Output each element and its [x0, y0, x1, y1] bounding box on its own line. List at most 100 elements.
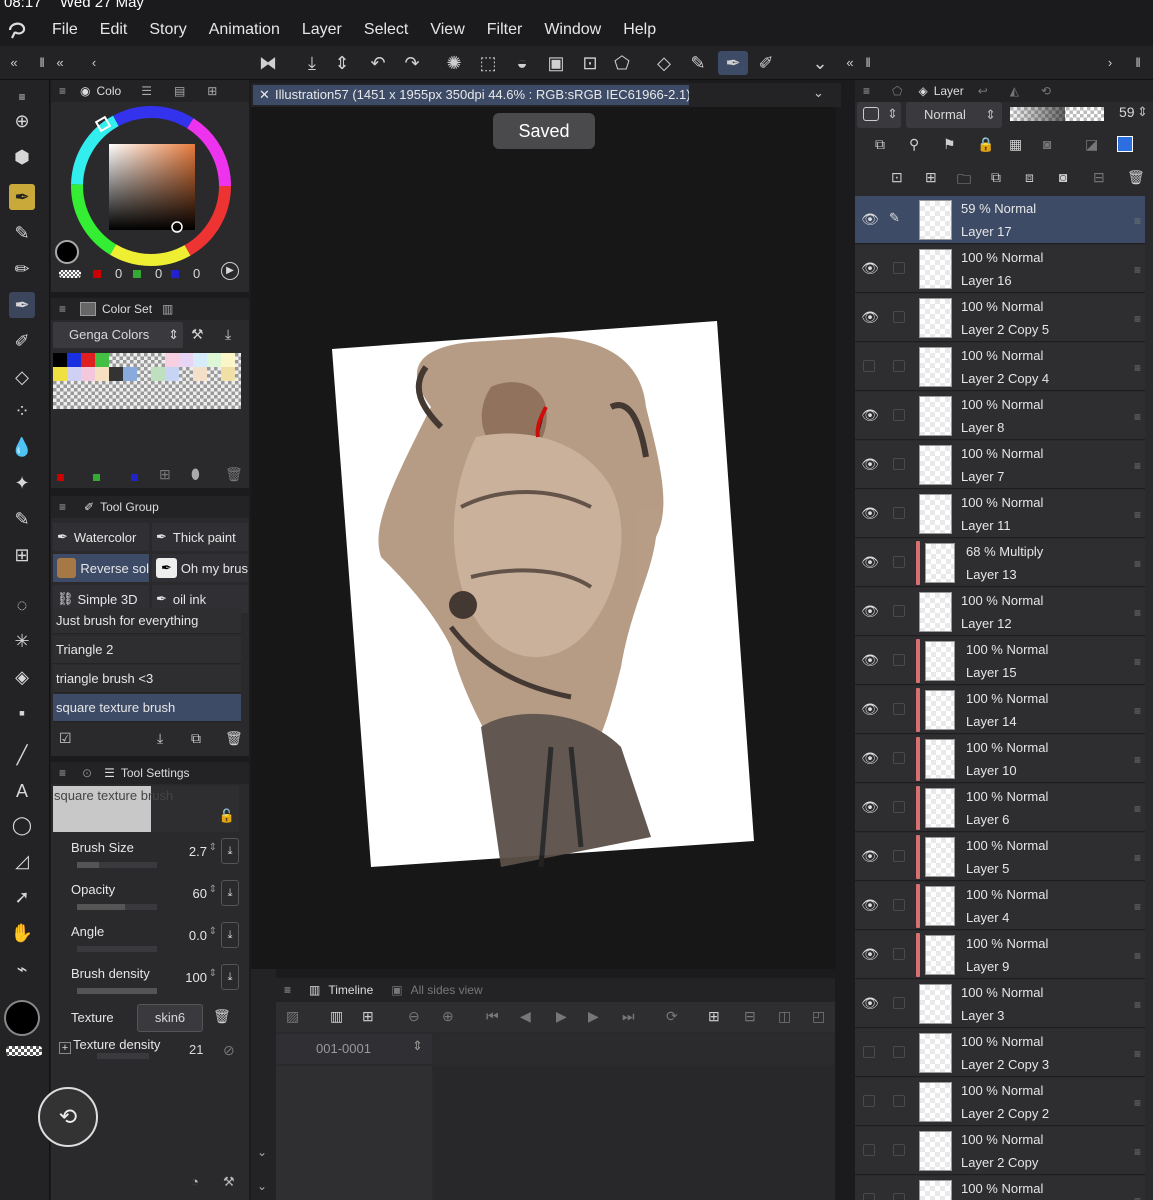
menu-icon[interactable]: ≡ — [59, 766, 66, 780]
drag-handle-icon[interactable]: ≡ — [1134, 704, 1141, 718]
menu-icon[interactable]: ≡ — [863, 84, 870, 98]
eye-icon[interactable]: 👁 — [861, 554, 879, 572]
drag-handle-icon[interactable]: ‖ — [856, 51, 880, 75]
chevron-down-icon[interactable]: ⌄ — [257, 1145, 267, 1159]
hand-icon[interactable]: ✋ — [9, 920, 35, 946]
setting-slider[interactable] — [77, 946, 157, 952]
color-set-tab-icon[interactable] — [80, 302, 97, 316]
sparkle-icon[interactable]: ✦ — [9, 470, 35, 496]
intermediate-color-tab-icon[interactable]: ▥ — [162, 302, 173, 316]
prev-frame-icon[interactable]: ◀ — [520, 1008, 531, 1025]
pen-tool-icon[interactable]: ✒ — [9, 184, 35, 210]
visibility-checkbox[interactable] — [863, 1095, 875, 1107]
frame-icon[interactable]: ▥ — [330, 1008, 343, 1025]
droplet-add-icon[interactable]: ⬮ — [191, 466, 200, 483]
loading-icon[interactable]: ✺ — [442, 51, 466, 75]
edit-target-checkbox[interactable] — [893, 1046, 905, 1058]
save-icon[interactable]: ⤓ — [300, 51, 324, 75]
pen-active-icon[interactable]: ✒ — [718, 51, 748, 75]
list-item[interactable]: triangle brush <3 — [53, 665, 241, 693]
trash-icon[interactable]: 🗑 — [225, 466, 243, 483]
settings-sliders-icon[interactable]: ☰ — [104, 766, 115, 780]
wrench-icon[interactable]: ⚒ — [223, 1174, 235, 1190]
layer-row[interactable]: 👁 100 % Normal Layer 12 ≡ — [855, 588, 1145, 636]
transparent-color-swatch[interactable] — [59, 270, 81, 278]
light-table-icon[interactable]: ◰ — [812, 1008, 825, 1025]
next-frame-icon[interactable]: ▶ — [588, 1008, 599, 1025]
eye-icon[interactable]: 👁 — [861, 407, 879, 425]
duplicate-icon[interactable]: ⧉ — [191, 730, 201, 747]
edit-target-checkbox[interactable] — [893, 752, 905, 764]
edit-target-checkbox[interactable] — [893, 507, 905, 519]
marker-icon[interactable]: ✐ — [754, 51, 778, 75]
edit-target-checkbox[interactable] — [893, 556, 905, 568]
frame-selector[interactable]: 001-0001 ⇕ — [276, 1034, 432, 1064]
edit-target-checkbox[interactable] — [893, 801, 905, 813]
eye-icon[interactable]: 👁 — [861, 456, 879, 474]
layer-row[interactable]: 100 % Normal ≡ — [855, 1176, 1145, 1200]
tool-settings-tab[interactable]: Tool Settings — [121, 766, 190, 780]
tool-cell-oh-my-brush[interactable]: ✒ Oh my brus — [152, 554, 248, 582]
layer-tab[interactable]: Layer — [934, 84, 964, 98]
menu-icon[interactable]: ≡ — [59, 302, 66, 316]
tool-group-tab[interactable]: Tool Group — [100, 500, 159, 514]
all-sides-view-tab[interactable]: All sides view — [411, 983, 483, 997]
color-wheel[interactable] — [67, 102, 235, 270]
lock-icon[interactable]: 🔒 — [977, 136, 994, 153]
collapse-left-icon[interactable]: « — [48, 51, 72, 75]
vector-pen-icon[interactable]: ✎ — [9, 506, 35, 532]
setting-value[interactable]: 0.0 — [189, 928, 207, 943]
drag-handle-icon[interactable]: ≡ — [1134, 606, 1141, 620]
layer-row[interactable]: 👁 100 % Normal Layer 8 ≡ — [855, 392, 1145, 440]
setting-value[interactable]: 100 — [185, 970, 207, 985]
layer-row[interactable]: 👁 100 % Normal Layer 6 ≡ — [855, 784, 1145, 832]
import-icon[interactable]: ⤓ — [225, 326, 231, 343]
edit-target-checkbox[interactable] — [893, 458, 905, 470]
layer-row[interactable]: 👁 100 % Normal Layer 14 ≡ — [855, 686, 1145, 734]
autoaction-tab-icon[interactable]: ⟲ — [1041, 84, 1051, 98]
drag-handle-icon[interactable]: ≡ — [1134, 900, 1141, 914]
grid-icon[interactable]: ⊞ — [9, 542, 35, 568]
gradient-icon[interactable]: ▪ — [9, 700, 35, 726]
color-swatch-grid[interactable] — [53, 353, 241, 409]
play-icon[interactable]: ▶ — [221, 262, 239, 280]
list-item[interactable]: Triangle 2 — [53, 636, 241, 664]
timer-icon[interactable]: ◔ — [191, 1174, 199, 1189]
ruler-icon[interactable]: ◿ — [9, 848, 35, 874]
eraser-icon[interactable]: ◇ — [652, 51, 676, 75]
layer-row[interactable]: 👁 100 % Normal Layer 3 ≡ — [855, 980, 1145, 1028]
edit-target-checkbox[interactable] — [893, 850, 905, 862]
edit-target-checkbox[interactable] — [893, 899, 905, 911]
setting-row-opacity[interactable]: Opacity 60 ⇕ ⤓ — [71, 880, 241, 920]
track-area[interactable] — [433, 1066, 835, 1200]
menu-item-view[interactable]: View — [430, 21, 464, 39]
eye-icon[interactable]: 👁 — [861, 701, 879, 719]
flip-horizontal-icon[interactable]: ⧓ — [256, 51, 280, 75]
drag-handle-icon[interactable]: ≡ — [1134, 655, 1141, 669]
loop-icon[interactable]: ⟳ — [666, 1008, 678, 1025]
timeline-tab-icon[interactable]: ▥ — [309, 983, 320, 997]
undo-icon[interactable]: ↶ — [366, 51, 390, 75]
edit-target-checkbox[interactable] — [893, 1144, 905, 1156]
apply-mask-icon[interactable]: ⊟ — [1093, 169, 1105, 186]
redo-icon[interactable]: ↷ — [400, 51, 424, 75]
blue-value[interactable]: 0 — [193, 266, 200, 281]
grid-tab-icon[interactable]: ⊞ — [207, 84, 217, 98]
fill-icon[interactable]: ◒ — [510, 51, 534, 75]
edit-target-checkbox[interactable] — [893, 1095, 905, 1107]
text-icon[interactable]: A — [9, 778, 35, 804]
edit-target-checkbox[interactable] — [893, 654, 905, 666]
eye-icon[interactable]: 👁 — [861, 505, 879, 523]
drag-handle-icon[interactable]: ≡ — [1134, 851, 1141, 865]
stepper-icon[interactable]: ⇕ — [209, 842, 217, 853]
pressure-setting-icon[interactable]: ⤓ — [221, 964, 239, 990]
stepper-icon[interactable]: ⇕ — [1137, 104, 1148, 120]
drag-handle-icon[interactable]: ≡ — [1134, 410, 1141, 424]
navigator-tab-icon[interactable]: ◭ — [1010, 84, 1019, 98]
eye-icon[interactable]: 👁 — [861, 603, 879, 621]
lock-transparent-icon[interactable]: ▦ — [1009, 136, 1022, 153]
last-frame-icon[interactable]: ⏭ — [622, 1008, 635, 1025]
visibility-checkbox[interactable] — [863, 360, 875, 372]
menu-icon[interactable]: ≡ — [284, 983, 291, 997]
distort-icon[interactable]: ⬠ — [610, 51, 634, 75]
